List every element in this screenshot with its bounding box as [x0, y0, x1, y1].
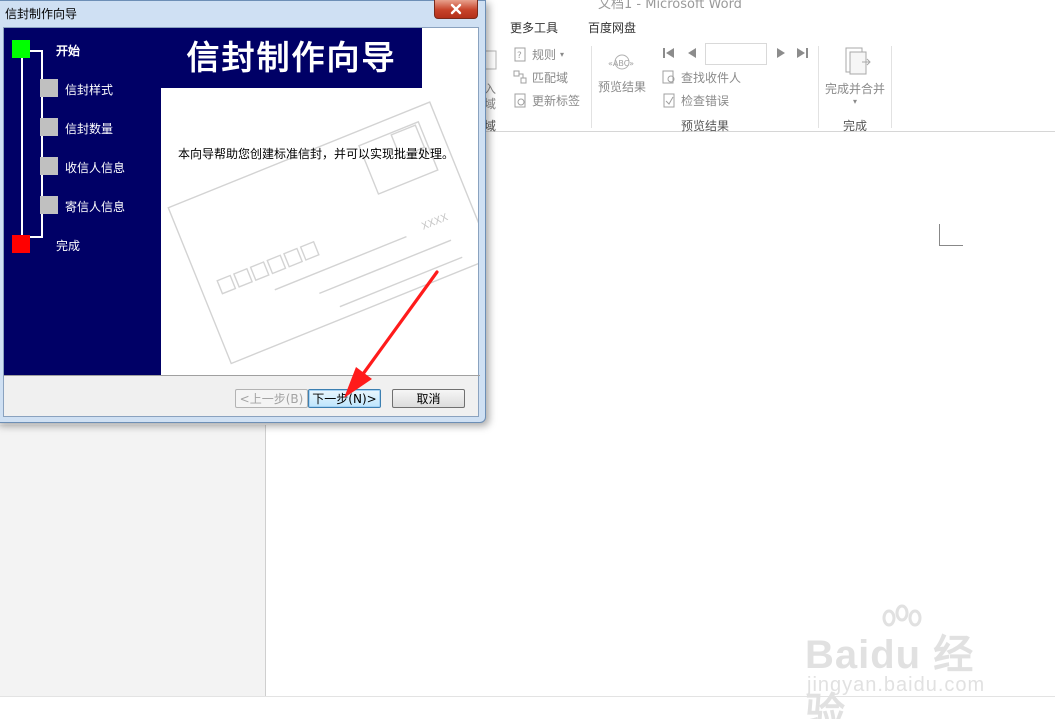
dialog-title: 信封制作向导 — [5, 7, 78, 21]
word-title: 文档1 - Microsoft Word — [598, 0, 742, 12]
watermark-site: jingyan.baidu.com — [807, 674, 986, 696]
find-recipient-label: 查找收件人 — [681, 71, 742, 85]
wizard-header-title: 信封制作向导 — [186, 38, 397, 77]
envelope-mark: XXXX — [420, 212, 450, 233]
navigation-pane — [0, 425, 266, 696]
first-record-icon[interactable] — [662, 46, 676, 60]
back-button[interactable]: <上一步(B) — [235, 389, 308, 408]
watermark-brand: Baidu 经验 — [805, 633, 975, 719]
match-fields-icon — [513, 70, 527, 84]
wizard-content: XXXX 本向导帮助您创建标准信封，并可以实现批量处理。 — [161, 88, 478, 375]
check-errors-label: 检查错误 — [681, 94, 730, 108]
tab-baidu-netdisk[interactable]: 百度网盘 — [588, 19, 636, 36]
rules-label: 规则 — [532, 48, 557, 62]
text-boundary-mark — [939, 224, 963, 246]
step-label-sender: 寄信人信息 — [65, 200, 126, 214]
dialog-body: 开始 信封样式 信封数量 收信人信息 寄信人信息 完成 信封制作向导 XXXX … — [3, 27, 480, 417]
envelope-wizard-dialog: 信封制作向导 开始 信封样式 信封数量 收信人信息 寄信人信息 完成 信封制作向… — [0, 0, 486, 423]
ribbon-separator — [591, 46, 592, 128]
close-icon — [450, 3, 462, 15]
steps-connector — [21, 50, 23, 238]
step-marker-style — [40, 79, 58, 97]
wizard-header: 信封制作向导 — [161, 28, 422, 88]
match-fields-button[interactable]: 匹配域 — [513, 69, 568, 86]
preview-results-label: 预览结果 — [598, 80, 647, 94]
header-blank — [422, 28, 478, 88]
ribbon-separator — [818, 46, 819, 128]
match-fields-label: 匹配域 — [532, 71, 569, 85]
find-recipient-button[interactable]: 查找收件人 — [662, 69, 741, 86]
check-errors-icon — [663, 93, 675, 108]
svg-text:«ABC»: «ABC» — [608, 59, 634, 68]
finish-merge-button[interactable]: 完成并合并 ▾ — [825, 46, 886, 106]
step-label-start: 开始 — [56, 44, 81, 58]
step-label-style: 信封样式 — [65, 83, 114, 97]
step-label-recipient: 收信人信息 — [65, 161, 126, 175]
check-errors-button[interactable]: 检查错误 — [662, 92, 729, 109]
steps-panel: 开始 信封样式 信封数量 收信人信息 寄信人信息 完成 — [4, 28, 161, 375]
svg-text:?: ? — [517, 51, 522, 61]
finish-merge-icon — [845, 47, 871, 75]
footer-divider — [4, 375, 480, 376]
preview-results-button[interactable]: «ABC» 预览结果 — [598, 50, 646, 95]
step-label-finish: 完成 — [56, 239, 81, 253]
finish-merge-label: 完成并合并 — [825, 82, 886, 96]
close-button[interactable] — [434, 0, 478, 19]
last-record-icon[interactable] — [795, 46, 809, 60]
find-recipient-icon — [662, 70, 675, 84]
step-marker-sender — [40, 196, 58, 214]
step-marker-finish — [12, 235, 30, 253]
baidu-jingyan-watermark: Baidu 经验 jingyan.baidu.com — [805, 604, 1005, 719]
step-marker-start — [12, 40, 30, 58]
next-button[interactable]: 下一步(N)> — [308, 389, 381, 408]
ribbon-separator — [891, 46, 892, 128]
update-labels-icon — [514, 93, 526, 108]
rules-icon: ? — [514, 47, 526, 62]
group-label-preview: 预览结果 — [681, 119, 730, 133]
update-labels-label: 更新标签 — [532, 94, 581, 108]
record-number-input[interactable] — [705, 43, 767, 65]
cancel-button[interactable]: 取消 — [392, 389, 465, 408]
rules-button[interactable]: ? 规则 ▾ — [513, 46, 564, 63]
update-labels-button[interactable]: 更新标签 — [513, 92, 580, 109]
tab-more-tools[interactable]: 更多工具 — [510, 19, 558, 36]
previous-record-icon[interactable] — [686, 46, 698, 60]
group-label-finish: 完成 — [843, 119, 868, 133]
step-marker-quantity — [40, 118, 58, 136]
step-marker-recipient — [40, 157, 58, 175]
wizard-description: 本向导帮助您创建标准信封，并可以实现批量处理。 — [178, 147, 455, 161]
preview-results-icon: «ABC» — [608, 54, 634, 70]
next-record-icon[interactable] — [775, 46, 787, 60]
step-label-quantity: 信封数量 — [65, 122, 114, 136]
envelope-illustration: XXXX — [167, 101, 478, 365]
